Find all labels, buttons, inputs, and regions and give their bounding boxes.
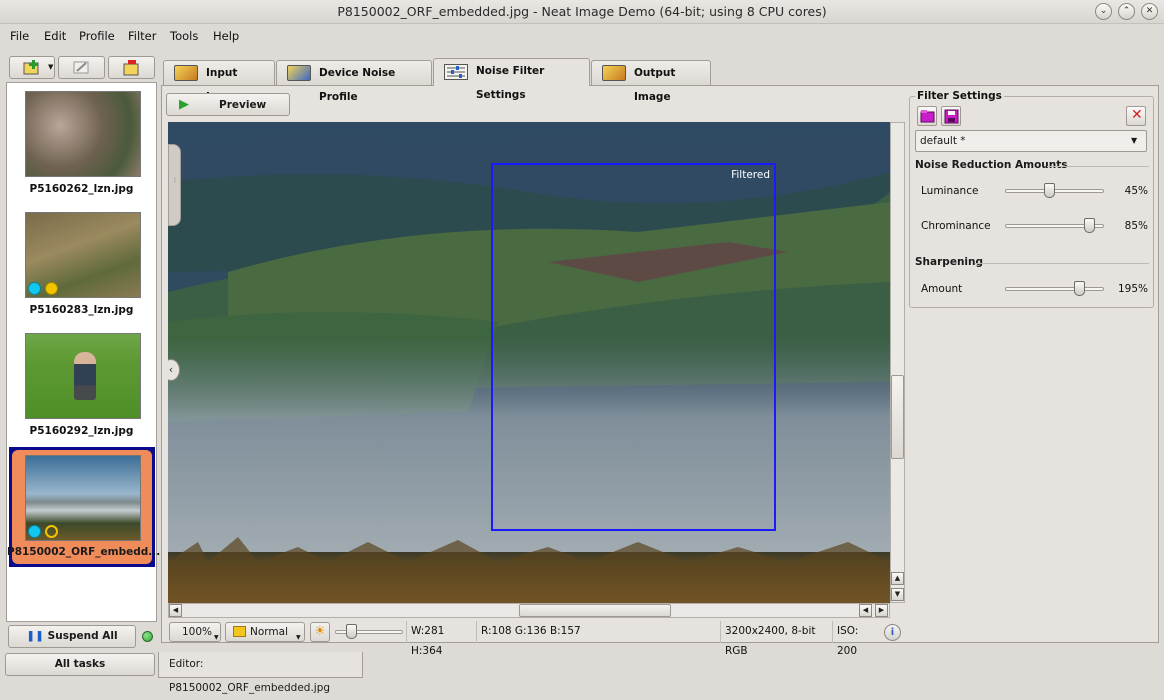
close-icon[interactable]: ✕ (1141, 3, 1158, 20)
list-item[interactable]: P5160262_lzn.jpg (7, 183, 156, 195)
cyan-status-dot (28, 282, 41, 295)
info-icon[interactable]: i (884, 624, 901, 641)
sharpening-title: Sharpening (915, 256, 984, 268)
vertical-scrollbar[interactable]: ▲ ▼ (890, 122, 905, 603)
save-preset-button[interactable] (941, 106, 961, 126)
tab-noise-filter-settings[interactable]: Noise Filter Settings (433, 58, 590, 101)
brightness-button[interactable]: ☀ (310, 622, 330, 642)
list-item[interactable]: P5160283_lzn.jpg (7, 304, 156, 316)
remove-image-button[interactable] (108, 56, 155, 79)
noise-reduction-title: Noise Reduction Amounts (915, 159, 1068, 171)
status-led-icon (142, 631, 153, 642)
amount-value: 195% (1117, 283, 1148, 295)
edit-image-button[interactable] (58, 56, 105, 79)
remove-image-icon (123, 60, 139, 76)
luminance-label: Luminance (921, 185, 979, 197)
play-icon: ▶ (179, 97, 189, 112)
chevron-down-icon: ▼ (214, 634, 219, 641)
window-title: P8150002_ORF_embedded.jpg - Neat Image D… (337, 4, 827, 19)
tab-input-image[interactable]: Input Image (163, 60, 275, 103)
status-bar: 100% ▼ Normal ▼ ☀ W:281 H:364 R:108 G:13… (168, 621, 906, 657)
tab-device-noise-profile[interactable]: Device Noise Profile (276, 60, 432, 103)
brightness-slider-knob[interactable] (346, 624, 357, 639)
thumbnail-1[interactable] (25, 91, 141, 177)
filter-settings-title: Filter Settings (915, 90, 1004, 102)
horizontal-scrollbar[interactable]: ◀ ◀ ▶ (168, 603, 890, 618)
menu-profile[interactable]: Profile (79, 29, 115, 43)
menu-edit[interactable]: Edit (44, 29, 66, 43)
scroll-left-arrow-icon[interactable]: ◀ (169, 604, 182, 617)
filtered-label: Filtered (731, 169, 770, 181)
thumbnail-4[interactable] (25, 455, 141, 541)
batch-list[interactable]: P5160262_lzn.jpg P5160283_lzn.jpg P51602… (6, 82, 160, 622)
yellow-status-ring (45, 525, 58, 538)
thumbnail-3[interactable] (25, 333, 141, 419)
panel-collapse-handle[interactable]: ⋮ (168, 144, 181, 226)
menu-filter[interactable]: Filter (128, 29, 156, 43)
horizontal-scroll-thumb[interactable] (519, 604, 671, 617)
scroll-right-arrow-icon[interactable]: ▶ (875, 604, 888, 617)
divider (975, 263, 1149, 264)
list-item[interactable]: P5160292_lzn.jpg (7, 425, 156, 437)
maximize-icon[interactable]: ⌃ (1118, 3, 1135, 20)
color-readout: R:108 G:136 B:157 (476, 621, 720, 643)
folder-icon (233, 626, 246, 637)
vertical-scroll-thumb[interactable] (891, 375, 904, 459)
edit-icon (73, 61, 89, 74)
close-icon: ✕ (1131, 107, 1143, 123)
size-readout: W:281 H:364 (406, 621, 476, 657)
chevron-down-icon: ▼ (1131, 136, 1138, 145)
input-image-icon (174, 65, 198, 81)
mode-dropdown[interactable]: Normal ▼ (225, 622, 305, 642)
chevron-down-icon: ▼ (48, 63, 54, 71)
save-icon (944, 109, 959, 124)
amount-label: Amount (921, 283, 963, 295)
image-info: 3200x2400, 8-bit RGB (720, 621, 832, 657)
pause-icon: ❚❚ (26, 630, 45, 642)
chevron-down-icon: ▼ (296, 634, 301, 641)
scroll-down-arrow-icon[interactable]: ▼ (891, 588, 904, 601)
zoom-dropdown[interactable]: 100% ▼ (169, 622, 221, 642)
chrominance-slider-knob[interactable] (1083, 218, 1095, 233)
filter-sliders-icon (444, 64, 468, 80)
scroll-up-arrow-icon[interactable]: ▲ (891, 572, 904, 585)
tab-all-tasks[interactable]: All tasks (5, 653, 155, 676)
menu-help[interactable]: Help (213, 29, 239, 43)
chrominance-value: 85% (1124, 220, 1148, 232)
menu-file[interactable]: File (10, 29, 29, 43)
folder-open-icon (920, 110, 935, 123)
grip-icon: ⋮ (172, 177, 178, 184)
luminance-value: 45% (1124, 185, 1148, 197)
output-image-icon (602, 65, 626, 81)
list-item[interactable]: P8150002_ORF_embedd... (7, 546, 160, 558)
preview-button[interactable]: ▶ Preview (166, 93, 290, 116)
suspend-all-button[interactable]: ❚❚ Suspend All (8, 625, 136, 648)
reset-preset-button[interactable]: ✕ (1126, 106, 1146, 126)
add-image-button[interactable]: ▼ (9, 56, 55, 79)
sun-icon: ☀ (314, 624, 326, 639)
filter-settings-group (909, 96, 1154, 308)
chrominance-label: Chrominance (921, 220, 991, 232)
tab-editor[interactable]: Editor: P8150002_ORF_embedded.jpg (158, 652, 363, 694)
amount-slider-knob[interactable] (1073, 281, 1085, 296)
minimize-icon[interactable]: ⌄ (1095, 3, 1112, 20)
yellow-status-dot (45, 282, 58, 295)
cyan-status-dot (28, 525, 41, 538)
scroll-left-arrow-icon[interactable]: ◀ (859, 604, 872, 617)
iso-readout: ISO: 200 (832, 621, 880, 657)
preview-rectangle[interactable]: Filtered (491, 163, 776, 531)
menu-tools[interactable]: Tools (170, 29, 198, 43)
menu-bar: File Edit Profile Filter Tools Help (0, 25, 1164, 47)
preset-dropdown[interactable]: default * ▼ (915, 130, 1147, 152)
add-image-icon (23, 60, 39, 75)
open-preset-button[interactable] (917, 106, 937, 126)
child-figure (74, 352, 96, 400)
thumbnail-2[interactable] (25, 212, 141, 298)
luminance-slider-knob[interactable] (1044, 183, 1056, 198)
amount-slider-track[interactable] (1005, 287, 1104, 291)
tab-output-image[interactable]: Output Image (591, 60, 711, 103)
device-noise-profile-icon (287, 65, 311, 81)
divider (1047, 166, 1149, 167)
